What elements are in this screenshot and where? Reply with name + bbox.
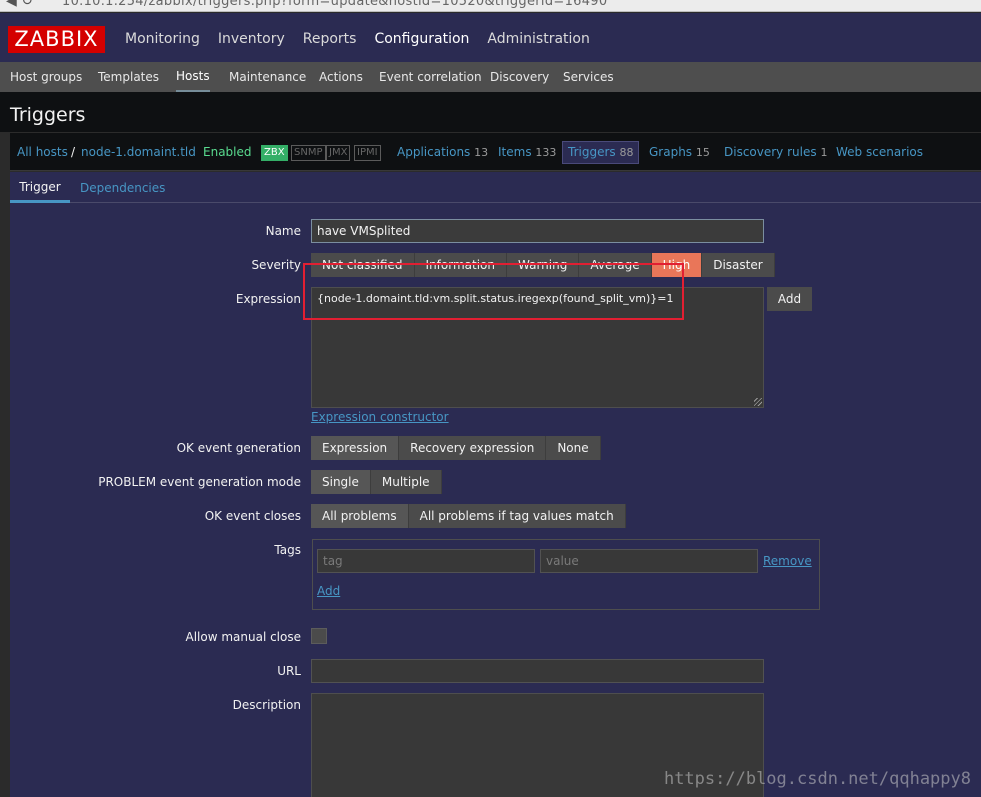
tag-placeholder: tag [323,554,343,568]
graphs-link[interactable]: Graphs 15 [649,145,710,159]
browser-url[interactable]: 10.10.1.254/zabbix/triggers.php?form=upd… [62,0,607,9]
problem-mode-selector: Single Multiple [311,470,442,494]
submenu-hosts[interactable]: Hosts [176,62,210,93]
items-link[interactable]: Items 133 [498,145,556,159]
tag-value-input[interactable]: value [540,549,758,573]
availability-zbx: ZBX [261,145,288,161]
availability-ipmi: IPMI [354,145,381,161]
description-label: Description [232,698,301,712]
availability-snmp: SNMP [291,145,326,161]
manual-close-checkbox[interactable] [311,628,327,644]
browser-nav-icons[interactable]: ◀ ↻ [6,0,33,9]
ok-event-recovery-expression[interactable]: Recovery expression [399,436,547,460]
menu-administration[interactable]: Administration [478,13,598,62]
submenu-host-groups[interactable]: Host groups [10,62,82,92]
page-header: Triggers [0,92,981,132]
zabbix-logo[interactable]: ZABBIX [8,26,105,53]
tag-input[interactable]: tag [317,549,535,573]
tags-label: Tags [274,543,301,557]
expression-label: Expression [235,292,301,306]
tab-trigger[interactable]: Trigger [10,172,70,203]
problem-mode-label: PROBLEM event generation mode [98,475,301,489]
submenu-templates[interactable]: Templates [98,62,159,92]
expression-add-button[interactable]: Add [767,287,812,311]
name-input[interactable]: have VMSplited [311,219,764,243]
menu-configuration[interactable]: Configuration [365,13,478,62]
watermark-text: https://blog.csdn.net/qqhappy8 [663,769,971,789]
submenu-maintenance[interactable]: Maintenance [229,62,306,92]
ok-event-closes-selector: All problems All problems if tag values … [311,504,626,528]
tag-value-placeholder: value [546,554,579,568]
ok-event-generation-label: OK event generation [176,441,301,455]
problem-mode-single[interactable]: Single [311,470,371,494]
submenu-services[interactable]: Services [563,62,614,92]
discovery-rules-link[interactable]: Discovery rules 1 [724,145,827,159]
web-scenarios-link[interactable]: Web scenarios [836,145,923,159]
manual-close-label: Allow manual close [185,630,301,644]
form-tabs: Trigger Dependencies [10,172,981,203]
ok-closes-tag-match[interactable]: All problems if tag values match [408,504,626,528]
trigger-form: Trigger Dependencies Name have VMSplited… [10,172,981,797]
sub-navigation: Host groups Templates Hosts Maintenance … [0,62,981,93]
tags-table: tag value Remove Add [312,539,820,610]
resize-handle-icon[interactable] [754,398,762,406]
submenu-discovery[interactable]: Discovery [490,62,549,92]
menu-reports[interactable]: Reports [294,13,366,62]
host-link[interactable]: node-1.domaint.tld [81,145,196,159]
url-label: URL [277,664,301,678]
submenu-event-correlation[interactable]: Event correlation [379,62,482,92]
expression-constructor-link[interactable]: Expression constructor [311,410,449,424]
main-menu: Monitoring Inventory Reports Configurati… [116,13,599,62]
tab-dependencies[interactable]: Dependencies [80,181,165,195]
submenu-actions[interactable]: Actions [319,62,363,92]
url-input[interactable] [311,659,764,683]
tag-remove-link[interactable]: Remove [763,554,812,568]
name-label: Name [265,224,301,238]
page-title: Triggers [10,104,86,126]
ok-event-closes-label: OK event closes [204,509,301,523]
ok-closes-all-problems[interactable]: All problems [311,504,409,528]
availability-jmx: JMX [326,145,351,161]
triggers-link[interactable]: Triggers 88 [562,141,640,164]
problem-mode-multiple[interactable]: Multiple [370,470,442,494]
ok-event-generation-selector: Expression Recovery expression None [311,436,601,460]
menu-inventory[interactable]: Inventory [209,13,294,62]
ok-event-none[interactable]: None [546,436,601,460]
breadcrumb-separator: / [71,145,76,159]
all-hosts-link[interactable]: All hosts [17,145,68,159]
host-navigation-bar: All hosts / node-1.domaint.tld Enabled Z… [10,133,981,171]
menu-monitoring[interactable]: Monitoring [116,13,209,62]
applications-link[interactable]: Applications 13 [397,145,488,159]
severity-label: Severity [251,258,301,272]
expression-highlight-box [303,263,684,320]
severity-disaster[interactable]: Disaster [702,253,775,277]
host-status-enabled[interactable]: Enabled [203,145,252,159]
tag-add-link[interactable]: Add [317,584,340,598]
browser-address-bar: ◀ ↻ 10.10.1.254/zabbix/triggers.php?form… [0,0,981,12]
ok-event-expression[interactable]: Expression [311,436,400,460]
top-navigation: ZABBIX Monitoring Inventory Reports Conf… [0,13,981,62]
